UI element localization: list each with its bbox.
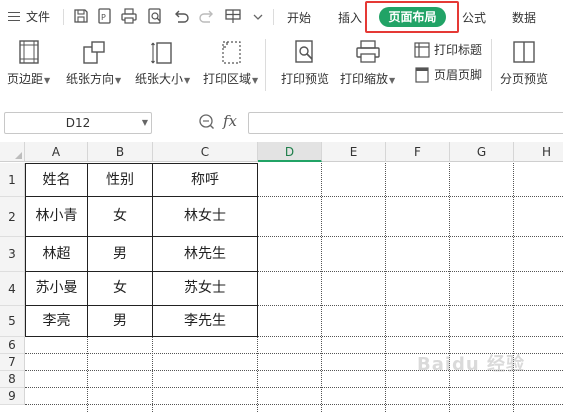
column-header-d[interactable]: D <box>258 142 322 162</box>
zoom-icon[interactable] <box>198 113 216 131</box>
gridline <box>385 163 386 412</box>
tab-data[interactable]: 数据 <box>512 9 536 26</box>
select-all-corner[interactable] <box>0 142 25 162</box>
table-cell[interactable]: 男 <box>88 237 153 272</box>
table-cell[interactable]: 女 <box>88 272 153 306</box>
table-cell[interactable]: 李亮 <box>25 306 88 337</box>
formula-bar: D12 ▼ fx <box>0 110 563 140</box>
column-header-e[interactable]: E <box>322 142 386 162</box>
gridline <box>25 387 563 388</box>
watermark: Baidu 经验 <box>417 354 526 375</box>
row-header-9[interactable]: 9 <box>0 388 25 405</box>
column-header-a[interactable]: A <box>25 142 88 162</box>
row-header-1[interactable]: 1 <box>0 163 25 197</box>
paper-size-label: 纸张大小 <box>135 72 184 86</box>
header-footer-button[interactable]: 页眉页脚 <box>414 66 482 83</box>
row-header-3[interactable]: 3 <box>0 237 25 272</box>
divider <box>491 39 492 91</box>
print-titles-button[interactable]: 打印标题 <box>414 41 482 58</box>
print-area-label: 打印区域 <box>203 72 252 86</box>
divider <box>63 9 64 25</box>
page-break-preview-icon <box>513 41 535 63</box>
name-box[interactable]: D12 ▼ <box>4 112 152 134</box>
tab-page-layout[interactable]: 页面布局 <box>379 7 446 27</box>
table-cell[interactable]: 性别 <box>88 163 153 197</box>
divider <box>273 9 274 25</box>
print-scale-icon <box>355 40 380 63</box>
row-header-4[interactable]: 4 <box>0 272 25 306</box>
table-cell[interactable]: 林女士 <box>153 197 258 237</box>
chevron-down-icon[interactable] <box>252 7 264 25</box>
chevron-down-icon[interactable]: ▼ <box>142 113 148 133</box>
svg-text:P: P <box>101 13 106 22</box>
export-pdf-icon[interactable]: P <box>96 7 114 25</box>
table-cell[interactable]: 林先生 <box>153 237 258 272</box>
page-break-preview-label: 分页预览 <box>500 72 549 86</box>
file-menu-label: 文件 <box>26 10 51 24</box>
print-titles-icon <box>414 41 430 58</box>
print-scale-button[interactable]: 打印缩放▼ <box>340 39 395 87</box>
orientation-button[interactable]: 纸张方向▼ <box>66 39 121 87</box>
row-header-6[interactable]: 6 <box>0 337 25 354</box>
row-header-2[interactable]: 2 <box>0 197 25 237</box>
print-preview-icon[interactable] <box>146 7 164 25</box>
orientation-label: 纸张方向 <box>66 72 115 86</box>
print-scale-label: 打印缩放 <box>340 72 389 86</box>
paper-size-button[interactable]: 纸张大小▼ <box>135 39 190 87</box>
header-footer-icon <box>415 66 429 83</box>
print-preview-icon <box>295 40 313 63</box>
print-titles-label: 打印标题 <box>434 43 483 57</box>
menu-bar: 文件 P 开始 插入 页面布局 公式 数据 <box>0 0 563 33</box>
column-header-f[interactable]: F <box>386 142 450 162</box>
print-area-icon <box>221 41 241 64</box>
table-cell[interactable]: 女 <box>88 197 153 237</box>
undo-icon[interactable] <box>172 7 190 25</box>
table-cell[interactable]: 林小青 <box>25 197 88 237</box>
row-header-5[interactable]: 5 <box>0 306 25 337</box>
table-cell[interactable]: 称呼 <box>153 163 258 197</box>
header-footer-label: 页眉页脚 <box>434 68 483 82</box>
print-preview-button[interactable]: 打印预览 <box>281 39 329 87</box>
table-cell[interactable]: 男 <box>88 306 153 337</box>
fx-icon[interactable]: fx <box>223 112 237 130</box>
name-box-value: D12 <box>65 116 91 130</box>
print-icon[interactable] <box>120 7 138 25</box>
gridline <box>321 163 322 412</box>
hamburger-icon <box>8 9 20 24</box>
column-header-b[interactable]: B <box>88 142 153 162</box>
format-painter-icon[interactable] <box>224 7 242 25</box>
ribbon-spacer <box>0 97 563 110</box>
formula-input[interactable] <box>248 112 563 134</box>
print-area-button[interactable]: 打印区域▼ <box>203 39 258 87</box>
table-cell[interactable]: 姓名 <box>25 163 88 197</box>
column-header-h[interactable]: H <box>514 142 563 162</box>
tab-formulas[interactable]: 公式 <box>462 9 486 26</box>
row-header-8[interactable]: 8 <box>0 371 25 388</box>
row-header-7[interactable]: 7 <box>0 354 25 371</box>
table-cell[interactable]: 苏女士 <box>153 272 258 306</box>
tab-insert[interactable]: 插入 <box>338 9 362 26</box>
table-cell[interactable]: 林超 <box>25 237 88 272</box>
margins-button[interactable]: 页边距▼ <box>7 39 50 87</box>
orientation-icon <box>82 41 105 64</box>
file-menu-button[interactable]: 文件 <box>8 8 50 25</box>
column-header-g[interactable]: G <box>450 142 514 162</box>
redo-icon[interactable] <box>198 7 216 25</box>
paper-size-icon <box>150 42 172 64</box>
column-header-c[interactable]: C <box>153 142 258 162</box>
tab-home[interactable]: 开始 <box>287 9 311 26</box>
ribbon: 页边距▼ 纸张方向▼ 纸张大小▼ 打印区域▼ 打印预览 打印缩放▼ 打印标题 页… <box>0 33 563 97</box>
table-cell[interactable]: 李先生 <box>153 306 258 337</box>
gridline <box>25 404 563 405</box>
margins-label: 页边距 <box>7 72 44 86</box>
save-icon[interactable] <box>72 7 90 25</box>
margins-icon <box>18 40 39 64</box>
table-cell[interactable]: 苏小曼 <box>25 272 88 306</box>
page-break-preview-button[interactable]: 分页预览 <box>500 39 548 87</box>
divider <box>265 39 266 91</box>
print-preview-label: 打印预览 <box>281 72 330 86</box>
